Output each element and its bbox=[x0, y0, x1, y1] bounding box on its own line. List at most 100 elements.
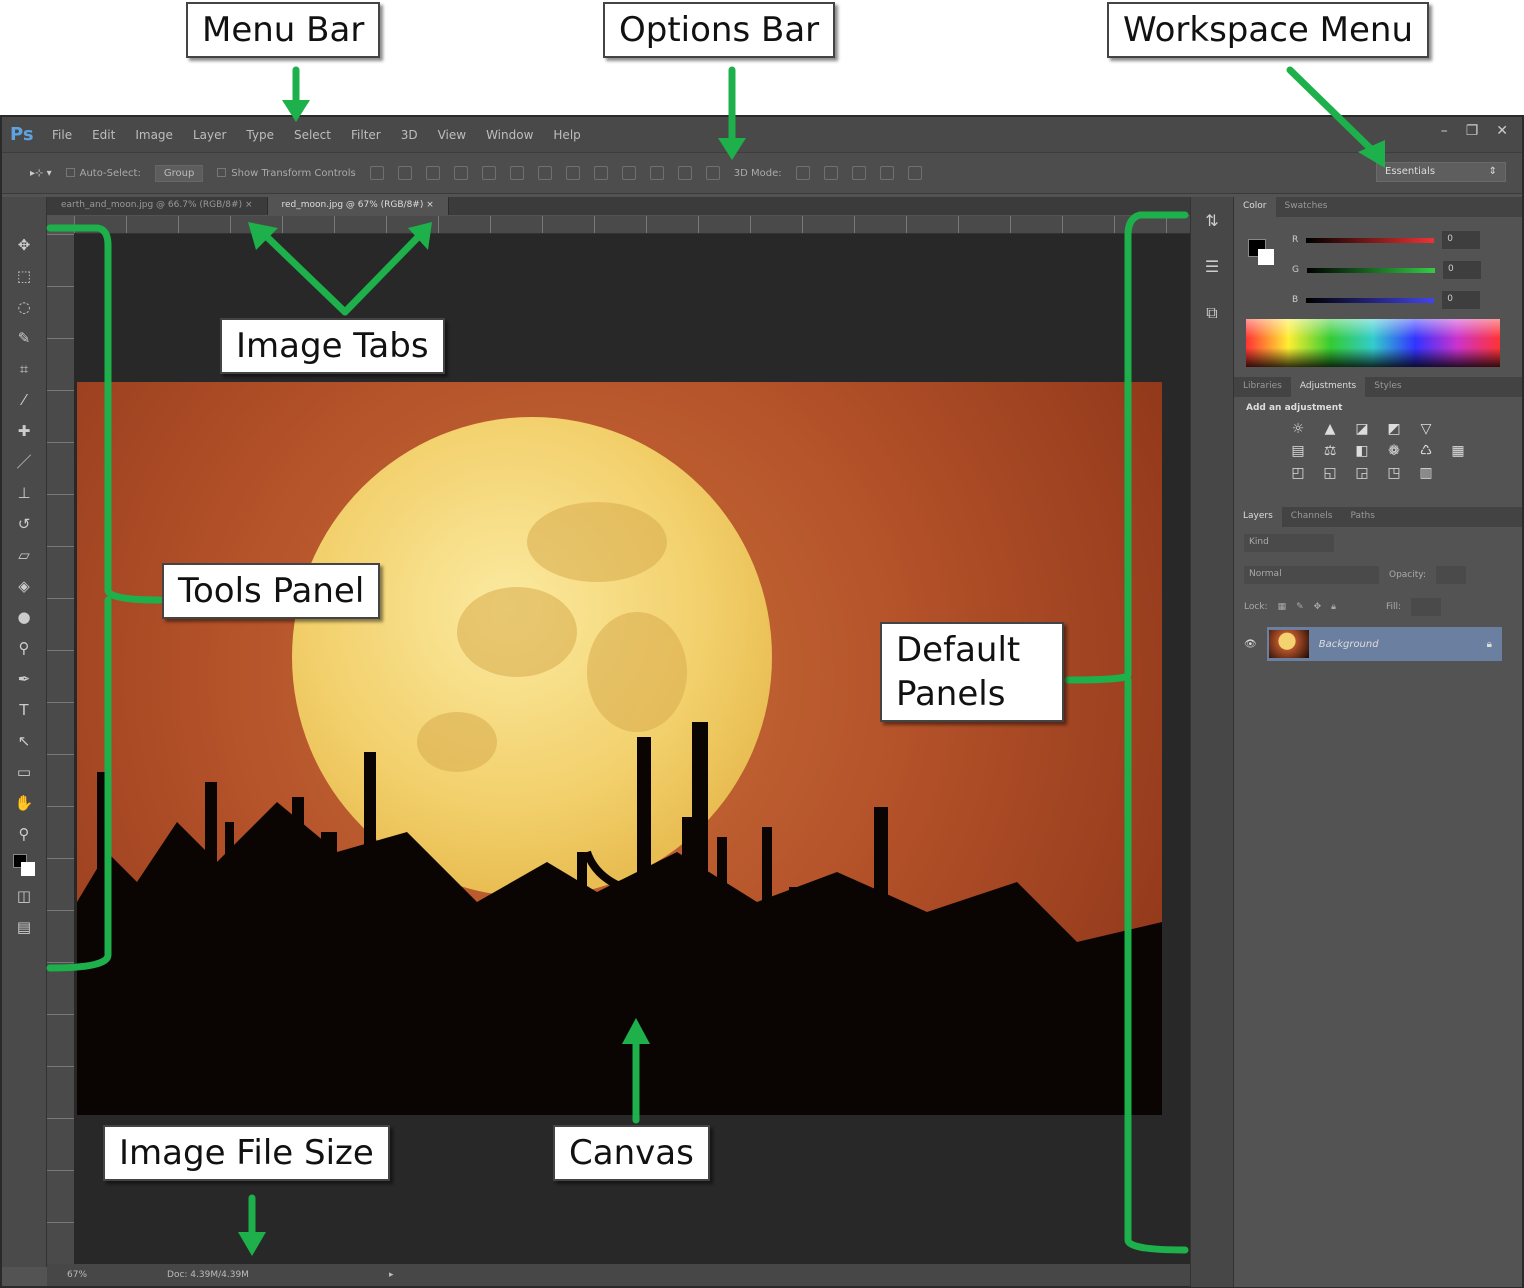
hand-tool-icon[interactable]: ✋ bbox=[11, 790, 37, 816]
blue-slider[interactable] bbox=[1306, 297, 1435, 303]
restore-button[interactable]: ❐ bbox=[1466, 123, 1479, 139]
layer-row-background[interactable]: 👁︎ Background 🔒︎ bbox=[1244, 627, 1502, 661]
channel-mixer-icon[interactable]: ♺ bbox=[1413, 443, 1439, 459]
gradient-map-icon[interactable]: ◳ bbox=[1381, 465, 1407, 481]
path-select-icon[interactable]: ↖ bbox=[11, 728, 37, 754]
history-brush-icon[interactable]: ↺ bbox=[11, 511, 37, 537]
auto-select-checkbox[interactable]: Auto-Select: bbox=[65, 168, 141, 179]
tab-layers[interactable]: Layers bbox=[1234, 507, 1282, 527]
move-tool-icon[interactable]: ✥ bbox=[11, 232, 37, 258]
distribute-top-icon[interactable] bbox=[537, 166, 552, 180]
levels-icon[interactable]: ▲ bbox=[1317, 421, 1343, 437]
curves-icon[interactable]: ◪ bbox=[1349, 421, 1375, 437]
zoom-tool-icon[interactable]: ⚲ bbox=[11, 821, 37, 847]
menu-3d[interactable]: 3D bbox=[401, 128, 418, 142]
screen-mode-icon[interactable]: ▤ bbox=[11, 914, 37, 940]
eraser-tool-icon[interactable]: ▱ bbox=[11, 542, 37, 568]
status-menu-arrow-icon[interactable]: ▸ bbox=[389, 1270, 394, 1280]
align-right-icon[interactable] bbox=[509, 166, 524, 180]
color-lookup-icon[interactable]: ▦ bbox=[1445, 443, 1471, 459]
red-slider[interactable] bbox=[1306, 237, 1435, 243]
tab-libraries[interactable]: Libraries bbox=[1234, 377, 1291, 397]
b-value-input[interactable]: 0 bbox=[1442, 291, 1481, 309]
3d-drag-icon[interactable] bbox=[851, 166, 866, 180]
distribute-left-icon[interactable] bbox=[621, 166, 636, 180]
align-vcenter-icon[interactable] bbox=[397, 166, 412, 180]
auto-align-icon[interactable] bbox=[705, 166, 720, 180]
selective-color-icon[interactable]: ▥ bbox=[1413, 465, 1439, 481]
tab-styles[interactable]: Styles bbox=[1365, 377, 1410, 397]
lasso-tool-icon[interactable]: ◌ bbox=[11, 294, 37, 320]
3d-rotate-icon[interactable] bbox=[795, 166, 810, 180]
align-left-icon[interactable] bbox=[453, 166, 468, 180]
tab-color[interactable]: Color bbox=[1234, 197, 1276, 217]
exposure-icon[interactable]: ◩ bbox=[1381, 421, 1407, 437]
type-tool-icon[interactable]: T bbox=[11, 697, 37, 723]
tab-adjustments[interactable]: Adjustments bbox=[1290, 377, 1366, 397]
align-top-icon[interactable] bbox=[369, 166, 384, 180]
color-swatches-icon[interactable] bbox=[11, 852, 37, 878]
3d-slide-icon[interactable] bbox=[879, 166, 894, 180]
black-white-icon[interactable]: ◧ bbox=[1349, 443, 1375, 459]
properties-panel-icon[interactable]: ☰ bbox=[1200, 257, 1224, 281]
eyedropper-tool-icon[interactable]: ⁄ bbox=[11, 387, 37, 413]
color-spectrum[interactable] bbox=[1246, 319, 1500, 367]
lock-all-icon[interactable]: 🔒︎ bbox=[1331, 602, 1336, 612]
align-hcenter-icon[interactable] bbox=[481, 166, 496, 180]
crop-tool-icon[interactable]: ⌗ bbox=[11, 356, 37, 382]
paint-bucket-icon[interactable]: ◈ bbox=[11, 573, 37, 599]
workspace-menu[interactable]: Essentials ⇕ bbox=[1376, 162, 1506, 182]
menu-help[interactable]: Help bbox=[553, 128, 580, 142]
brightness-icon[interactable]: ☼ bbox=[1285, 421, 1311, 437]
r-value-input[interactable]: 0 bbox=[1442, 231, 1481, 249]
menu-select[interactable]: Select bbox=[294, 128, 331, 142]
brush-tool-icon[interactable]: ／ bbox=[11, 449, 37, 475]
close-icon[interactable]: × bbox=[245, 200, 253, 210]
rectangle-tool-icon[interactable]: ▭ bbox=[11, 759, 37, 785]
menu-file[interactable]: File bbox=[52, 128, 72, 142]
photo-filter-icon[interactable]: ❁ bbox=[1381, 443, 1407, 459]
distribute-right-icon[interactable] bbox=[677, 166, 692, 180]
blur-tool-icon[interactable]: ● bbox=[11, 604, 37, 630]
tab-channels[interactable]: Channels bbox=[1282, 507, 1342, 527]
group-select[interactable]: Group bbox=[154, 164, 204, 182]
visibility-eye-icon[interactable]: 👁︎ bbox=[1244, 639, 1257, 650]
hue-sat-icon[interactable]: ▤ bbox=[1285, 443, 1311, 459]
move-tool-preset-icon[interactable]: ▸⊹ ▾ bbox=[30, 168, 52, 179]
align-bottom-icon[interactable] bbox=[425, 166, 440, 180]
menu-filter[interactable]: Filter bbox=[351, 128, 381, 142]
lock-brush-icon[interactable]: ✎ bbox=[1296, 602, 1304, 612]
menu-view[interactable]: View bbox=[438, 128, 466, 142]
3d-scale-icon[interactable] bbox=[907, 166, 922, 180]
history-panel-icon[interactable]: ⇅ bbox=[1200, 211, 1224, 235]
vibrance-icon[interactable]: ▽ bbox=[1413, 421, 1439, 437]
quick-mask-icon[interactable]: ◫ bbox=[11, 883, 37, 909]
dodge-tool-icon[interactable]: ⚲ bbox=[11, 635, 37, 661]
distribute-vcenter-icon[interactable] bbox=[565, 166, 580, 180]
quick-select-tool-icon[interactable]: ✎ bbox=[11, 325, 37, 351]
opacity-input[interactable] bbox=[1436, 566, 1466, 584]
threshold-icon[interactable]: ◲ bbox=[1349, 465, 1375, 481]
3d-roll-icon[interactable] bbox=[823, 166, 838, 180]
kind-filter-select[interactable]: Kind bbox=[1244, 534, 1334, 552]
lock-position-icon[interactable]: ✥ bbox=[1314, 602, 1322, 612]
distribute-hcenter-icon[interactable] bbox=[649, 166, 664, 180]
marquee-tool-icon[interactable]: ⬚ bbox=[11, 263, 37, 289]
green-slider[interactable] bbox=[1306, 267, 1435, 273]
canvas[interactable] bbox=[74, 234, 1190, 1264]
close-button[interactable]: ✕ bbox=[1496, 123, 1508, 139]
minimize-button[interactable]: – bbox=[1441, 123, 1448, 139]
posterize-icon[interactable]: ◱ bbox=[1317, 465, 1343, 481]
g-value-input[interactable]: 0 bbox=[1442, 261, 1481, 279]
image-tab-active[interactable]: red_moon.jpg @ 67% (RGB/8#) × bbox=[267, 197, 449, 215]
show-transform-checkbox[interactable]: Show Transform Controls bbox=[217, 168, 356, 179]
invert-icon[interactable]: ◰ bbox=[1285, 465, 1311, 481]
menu-layer[interactable]: Layer bbox=[193, 128, 226, 142]
menu-type[interactable]: Type bbox=[246, 128, 274, 142]
distribute-bottom-icon[interactable] bbox=[593, 166, 608, 180]
close-icon[interactable]: × bbox=[426, 200, 434, 210]
menu-edit[interactable]: Edit bbox=[92, 128, 115, 142]
clone-stamp-icon[interactable]: ⊥ bbox=[11, 480, 37, 506]
menu-window[interactable]: Window bbox=[486, 128, 533, 142]
image-tab[interactable]: earth_and_moon.jpg @ 66.7% (RGB/8#) × bbox=[47, 197, 268, 215]
